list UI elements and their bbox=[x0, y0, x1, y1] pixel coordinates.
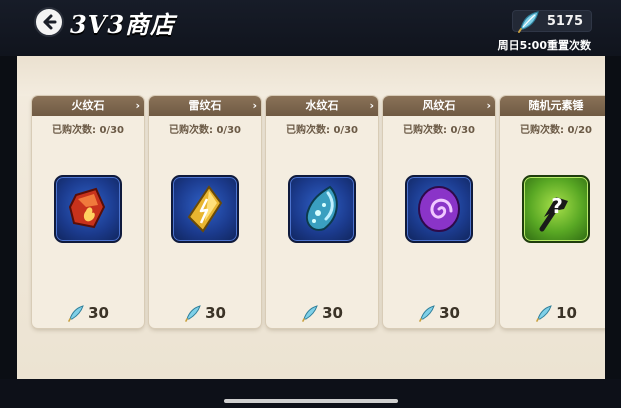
random-hammer-icon: ? bbox=[522, 175, 590, 243]
feather-currency-icon bbox=[419, 304, 435, 322]
price-value: 30 bbox=[322, 303, 343, 322]
game-screen: 3V3商店 5175 周日5:00重置次数 火纹石 › 已购次数: 0/30 3… bbox=[0, 0, 621, 408]
water-stone-icon bbox=[288, 175, 356, 243]
item-name: 火纹石 › bbox=[32, 96, 144, 116]
purchase-count: 已购次数: 0/30 bbox=[168, 125, 241, 136]
shop-item-card-thunder[interactable]: 雷纹石 › 已购次数: 0/30 30 bbox=[149, 96, 261, 328]
thunder-stone-icon bbox=[171, 175, 239, 243]
top-bar: 3V3商店 5175 周日5:00重置次数 bbox=[0, 0, 621, 56]
feather-currency-icon bbox=[302, 304, 318, 322]
home-indicator[interactable] bbox=[224, 399, 398, 403]
bottom-bar bbox=[0, 379, 621, 408]
item-name-text: 随机元素锤 bbox=[528, 99, 584, 112]
price: 30 bbox=[149, 302, 261, 322]
purchase-count: 已购次数: 0/30 bbox=[51, 125, 124, 136]
price: 30 bbox=[266, 302, 378, 322]
item-name: 风纹石 › bbox=[383, 96, 495, 116]
chevron-right-icon: › bbox=[369, 99, 374, 112]
fire-stone-icon bbox=[54, 175, 122, 243]
chevron-right-icon: › bbox=[135, 99, 140, 112]
chevron-right-icon: › bbox=[252, 99, 257, 112]
purchase-count: 已购次数: 0/30 bbox=[402, 125, 475, 136]
wind-stone-icon bbox=[405, 175, 473, 243]
shop-item-card-random-hammer[interactable]: 随机元素锤 已购次数: 0/20 ? 10 bbox=[500, 96, 605, 328]
price: 30 bbox=[383, 302, 495, 322]
panel-band bbox=[17, 56, 605, 96]
item-name: 水纹石 › bbox=[266, 96, 378, 116]
shop-item-card-fire[interactable]: 火纹石 › 已购次数: 0/30 30 bbox=[32, 96, 144, 328]
price-value: 30 bbox=[205, 303, 226, 322]
purchase-count: 已购次数: 0/20 bbox=[519, 125, 592, 136]
chevron-right-icon: › bbox=[486, 99, 491, 112]
feather-currency-icon bbox=[536, 304, 552, 322]
feather-currency-icon bbox=[68, 304, 84, 322]
feather-currency-icon bbox=[518, 11, 539, 33]
price-value: 30 bbox=[88, 303, 109, 322]
item-name: 随机元素锤 bbox=[500, 96, 605, 116]
purchase-count: 已购次数: 0/30 bbox=[285, 125, 358, 136]
price: 10 bbox=[500, 302, 605, 322]
price-value: 10 bbox=[556, 303, 577, 322]
currency-amount: 5175 bbox=[546, 14, 583, 29]
item-name: 雷纹石 › bbox=[149, 96, 261, 116]
item-name-text: 风纹石 bbox=[422, 99, 456, 112]
item-name-text: 水纹石 bbox=[305, 99, 339, 112]
shop-item-card-wind[interactable]: 风纹石 › 已购次数: 0/30 30 bbox=[383, 96, 495, 328]
back-arrow-icon bbox=[43, 14, 57, 30]
svg-text:?: ? bbox=[551, 194, 563, 218]
page-title: 3V3商店 bbox=[70, 10, 176, 39]
currency-display: 5175 bbox=[512, 10, 592, 33]
price-value: 30 bbox=[439, 303, 460, 322]
item-name-text: 雷纹石 bbox=[188, 99, 222, 112]
item-name-text: 火纹石 bbox=[71, 99, 105, 112]
reset-note: 周日5:00重置次数 bbox=[497, 39, 591, 52]
back-button[interactable] bbox=[34, 7, 64, 37]
price: 30 bbox=[32, 302, 144, 322]
shop-item-card-water[interactable]: 水纹石 › 已购次数: 0/30 30 bbox=[266, 96, 378, 328]
shop-panel: 火纹石 › 已购次数: 0/30 30 雷纹石 › 已购次数: 0/30 30 … bbox=[17, 56, 605, 379]
feather-currency-icon bbox=[185, 304, 201, 322]
